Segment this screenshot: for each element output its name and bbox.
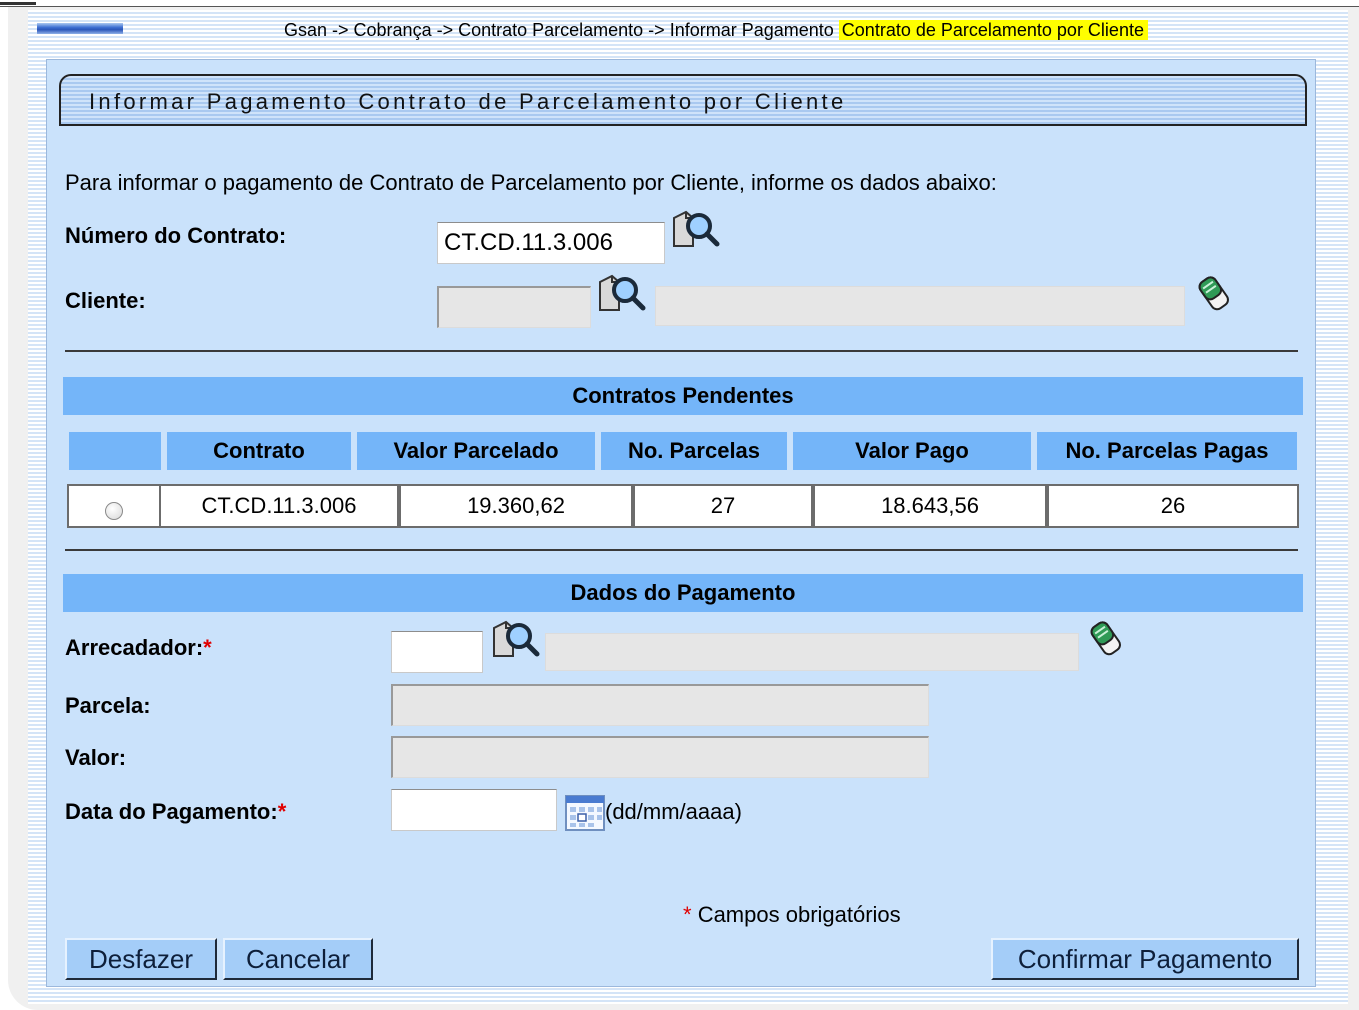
required-note-mark: * [683, 902, 692, 927]
numero-contrato-label: Número do Contrato: [65, 223, 287, 248]
column-header-no-parcelas: No. Parcelas [601, 432, 787, 470]
column-header-valor-pago: Valor Pago [793, 432, 1031, 470]
table-cell-no-parcelas-pagas: 26 [1049, 486, 1297, 526]
cliente-code-input[interactable] [437, 286, 591, 328]
confirmar-pagamento-button[interactable]: Confirmar Pagamento [991, 938, 1299, 980]
breadcrumb-current: Contrato de Parcelamento por Cliente [838, 20, 1148, 40]
eraser-arrecadador-icon[interactable] [1087, 617, 1129, 664]
breadcrumb: Gsan -> Cobrança -> Contrato Parcelament… [284, 20, 1148, 41]
cliente-name-field [655, 286, 1185, 326]
parcela-label: Parcela: [65, 693, 151, 718]
calendar-icon[interactable] [565, 795, 605, 836]
top-mark [0, 2, 36, 5]
numero-contrato-input[interactable] [437, 222, 665, 264]
parcela-field [391, 684, 929, 726]
column-header-select [69, 432, 161, 470]
search-contrato-icon[interactable] [671, 208, 721, 261]
arrecadador-code-input[interactable] [391, 631, 483, 673]
column-header-no-parcelas-pagas: No. Parcelas Pagas [1037, 432, 1297, 470]
menu-bar-handle [37, 23, 123, 34]
divider [65, 350, 1298, 352]
intro-text: Para informar o pagamento de Contrato de… [65, 170, 997, 195]
arrecadador-label: Arrecadador:* [65, 635, 212, 661]
contratos-pendentes-header: Contratos Pendentes [63, 377, 1303, 415]
required-mark: * [203, 635, 212, 660]
data-pagamento-label: Data do Pagamento:* [65, 799, 286, 825]
dados-pagamento-header: Dados do Pagamento [63, 574, 1303, 612]
table-cell-no-parcelas: 27 [635, 486, 811, 526]
search-cliente-icon[interactable] [597, 272, 647, 325]
data-pagamento-label-text: Data do Pagamento: [65, 799, 278, 824]
arrecadador-label-text: Arrecadador: [65, 635, 204, 660]
valor-field [391, 736, 929, 778]
required-mark: * [277, 799, 287, 824]
table-cell-contrato: CT.CD.11.3.006 [161, 486, 397, 526]
table-cell-valor-parcelado: 19.360,62 [401, 486, 631, 526]
search-arrecadador-icon[interactable] [491, 618, 541, 671]
cliente-label: Cliente: [65, 288, 146, 313]
page-title-tab: Informar Pagamento Contrato de Parcelame… [59, 74, 1307, 126]
valor-label: Valor: [65, 745, 127, 770]
contrato-radio[interactable] [105, 502, 123, 520]
date-format-hint: (dd/mm/aaaa) [605, 799, 742, 824]
arrecadador-name-field [545, 633, 1079, 671]
column-header-valor-parcelado: Valor Parcelado [357, 432, 595, 470]
form-panel: Informar Pagamento Contrato de Parcelame… [46, 59, 1316, 987]
page-title: Informar Pagamento Contrato de Parcelame… [89, 89, 847, 114]
desfazer-button[interactable]: Desfazer [65, 938, 217, 980]
table-cell-valor-pago: 18.643,56 [815, 486, 1045, 526]
required-note-text: Campos obrigatórios [697, 902, 901, 927]
required-note: * Campos obrigatórios [683, 902, 901, 928]
cancelar-button[interactable]: Cancelar [223, 938, 373, 980]
eraser-cliente-icon[interactable] [1195, 272, 1237, 319]
divider [65, 549, 1298, 551]
column-header-contrato: Contrato [167, 432, 351, 470]
data-pagamento-input[interactable] [391, 789, 557, 831]
breadcrumb-path: Gsan -> Cobrança -> Contrato Parcelament… [284, 20, 834, 40]
